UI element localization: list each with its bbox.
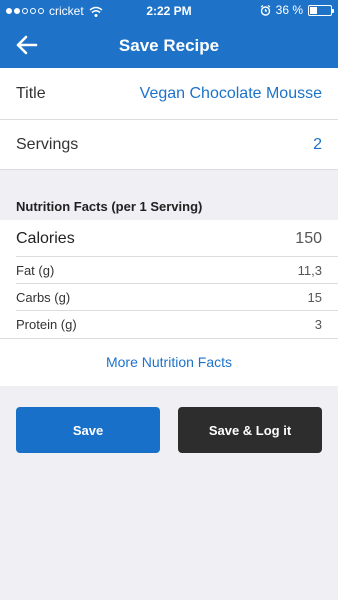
battery-percent: 36 %: [275, 3, 303, 17]
nutrition-label: Carbs (g): [16, 289, 71, 305]
status-right: 36 %: [260, 3, 334, 17]
nutrition-label: Protein (g): [16, 316, 77, 332]
servings-row[interactable]: Servings 2: [0, 120, 338, 170]
nutrition-label: Fat (g): [16, 262, 55, 278]
servings-value[interactable]: 2: [313, 136, 322, 154]
title-value[interactable]: Vegan Chocolate Mousse: [140, 85, 322, 103]
save-and-log-button[interactable]: Save & Log it: [178, 407, 322, 453]
page-title: Save Recipe: [118, 36, 220, 55]
alarm-icon: [260, 4, 271, 16]
nutrition-value: 3: [314, 316, 322, 332]
nutrition-row-fat: Fat (g) 11,3: [0, 257, 338, 283]
title-label: Title: [16, 84, 46, 102]
divider: [0, 169, 338, 170]
title-row[interactable]: Title Vegan Chocolate Mousse: [0, 68, 338, 119]
navigation-bar: Save Recipe: [0, 26, 338, 64]
servings-label: Servings: [16, 136, 79, 153]
calories-label: Calories: [16, 230, 75, 247]
top-bar: cricket 2:22 PM 36 % Save Recipe: [0, 0, 338, 68]
divider: [0, 338, 338, 339]
battery-icon: [308, 4, 334, 16]
calories-value: 150: [295, 230, 322, 247]
nutrition-value: 11,3: [297, 262, 322, 278]
save-button[interactable]: Save: [16, 407, 160, 453]
calories-row: Calories 150: [0, 222, 338, 256]
status-bar: cricket 2:22 PM 36 %: [0, 0, 338, 22]
more-nutrition-facts-link[interactable]: More Nutrition Facts: [0, 340, 338, 385]
nutrition-row-carbs: Carbs (g) 15: [0, 284, 338, 310]
nutrition-header: Nutrition Facts (per 1 Serving): [16, 199, 203, 214]
nutrition-value: 15: [307, 289, 322, 305]
nutrition-row-protein: Protein (g) 3: [0, 311, 338, 337]
